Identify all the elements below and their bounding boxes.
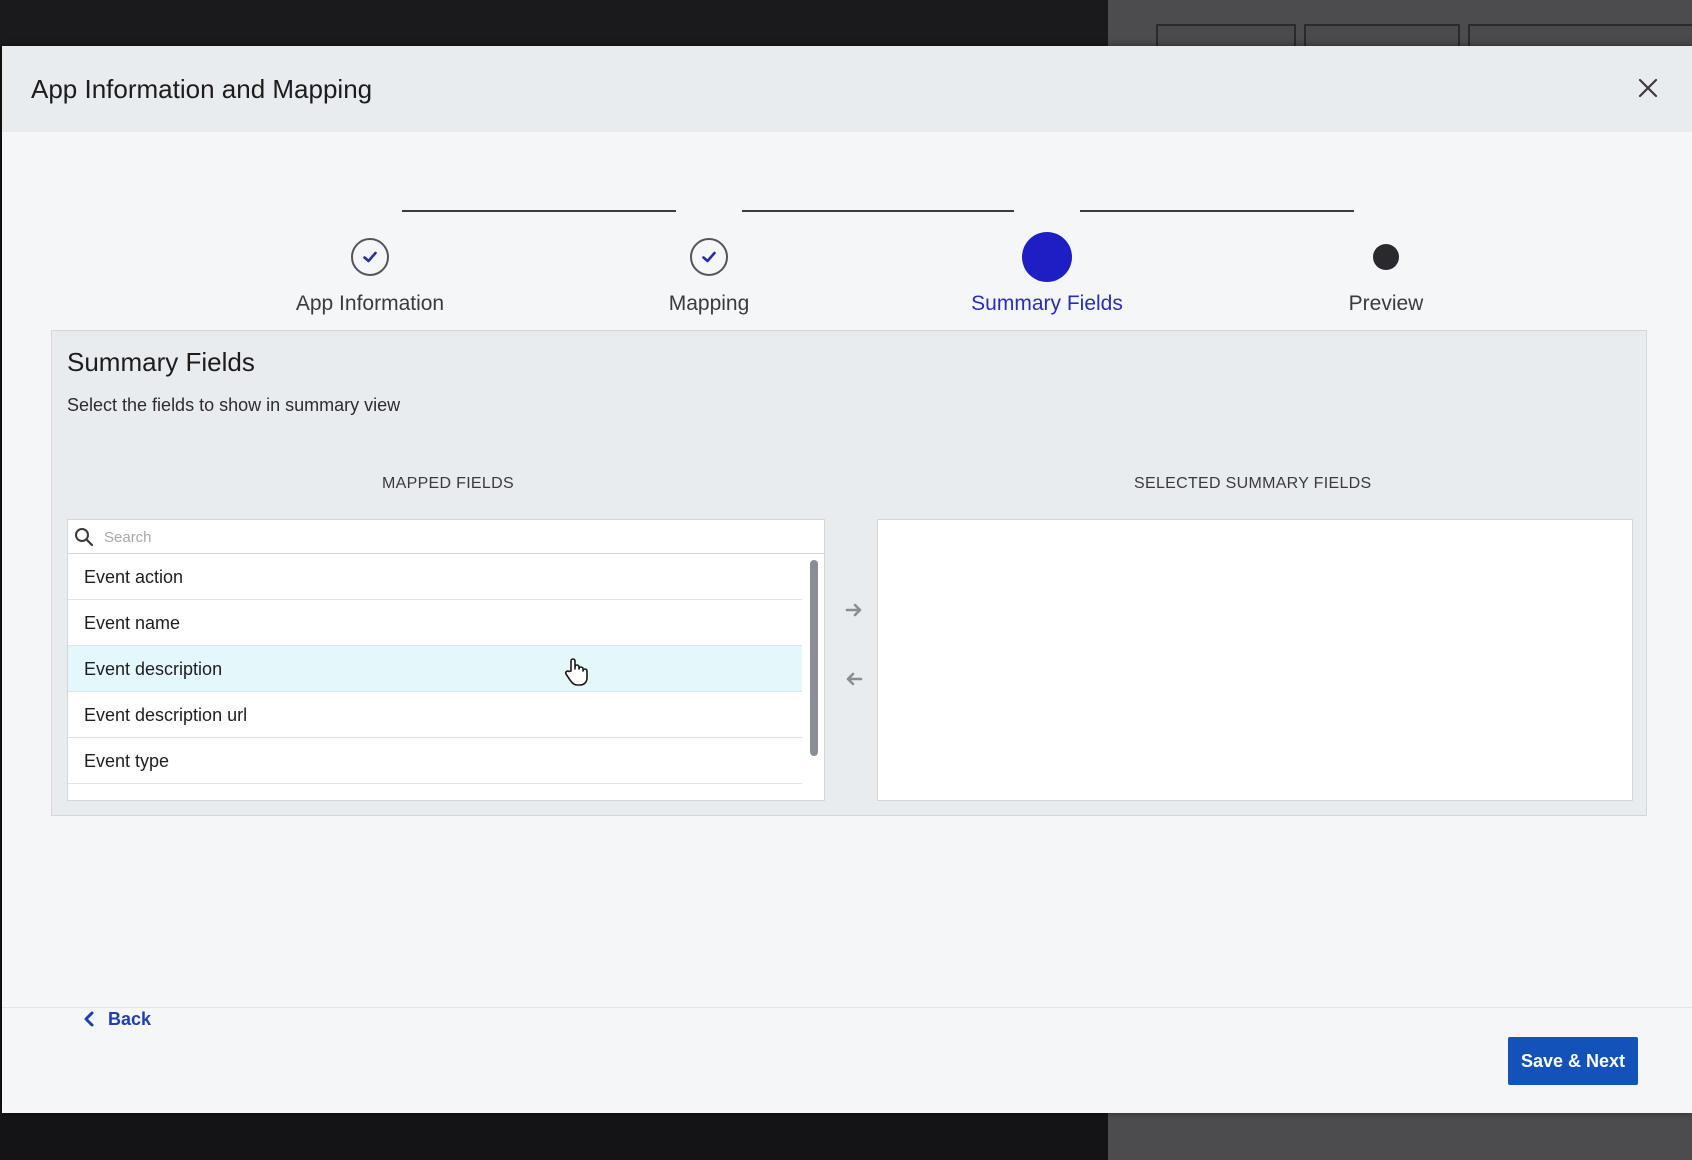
step-mapping[interactable]: Mapping bbox=[589, 186, 829, 315]
mapped-fields-list: Event action Event name Event descriptio… bbox=[67, 519, 825, 801]
check-icon bbox=[363, 251, 377, 263]
mapped-fields-header: MAPPED FIELDS bbox=[382, 475, 514, 492]
move-left-button[interactable] bbox=[841, 666, 867, 692]
list-item[interactable]: Event type bbox=[68, 738, 802, 784]
step-complete-indicator bbox=[690, 238, 728, 276]
arrow-right-icon bbox=[845, 603, 862, 617]
selected-fields-header: SELECTED SUMMARY FIELDS bbox=[1134, 475, 1372, 492]
step-app-information[interactable]: App Information bbox=[250, 186, 490, 315]
back-label: Back bbox=[108, 1008, 152, 1029]
footer-divider bbox=[2, 1007, 1692, 1008]
step-label: App Information bbox=[295, 292, 445, 315]
list-item[interactable]: Event action bbox=[68, 554, 802, 600]
save-and-next-button[interactable]: Save & Next bbox=[1508, 1037, 1638, 1085]
close-icon bbox=[1638, 78, 1658, 98]
move-right-button[interactable] bbox=[841, 597, 867, 623]
summary-fields-panel: Summary Fields Select the fields to show… bbox=[51, 330, 1647, 816]
close-button[interactable] bbox=[1634, 74, 1662, 102]
list-item[interactable]: Event name bbox=[68, 600, 802, 646]
list-item[interactable]: Event description bbox=[68, 646, 802, 692]
list-item[interactable]: Event description url bbox=[68, 692, 802, 738]
selected-summary-fields-list[interactable] bbox=[877, 519, 1633, 801]
search-icon bbox=[75, 528, 94, 547]
check-icon bbox=[702, 251, 716, 263]
app-info-mapping-modal: App Information and Mapping App Informat… bbox=[2, 46, 1692, 1113]
step-active-indicator bbox=[1022, 232, 1072, 282]
search-row bbox=[68, 520, 824, 554]
step-summary-fields[interactable]: Summary Fields bbox=[927, 186, 1167, 315]
step-pending-indicator bbox=[1373, 244, 1399, 270]
step-label: Mapping bbox=[668, 292, 750, 315]
background-topbar bbox=[0, 0, 1108, 46]
back-button[interactable]: Back bbox=[82, 1004, 151, 1034]
search-input[interactable] bbox=[102, 524, 806, 550]
list-scrollbar[interactable] bbox=[810, 560, 818, 756]
modal-header: App Information and Mapping bbox=[2, 46, 1692, 132]
arrow-left-icon bbox=[846, 672, 863, 686]
panel-subtitle: Select the fields to show in summary vie… bbox=[67, 395, 401, 415]
chevron-left-icon bbox=[84, 1011, 94, 1027]
step-preview[interactable]: Preview bbox=[1266, 186, 1506, 315]
modal-title: App Information and Mapping bbox=[31, 74, 373, 104]
step-label: Summary Fields bbox=[971, 292, 1123, 315]
step-label: Preview bbox=[1348, 292, 1424, 315]
step-complete-indicator bbox=[351, 238, 389, 276]
panel-title: Summary Fields bbox=[67, 347, 255, 377]
